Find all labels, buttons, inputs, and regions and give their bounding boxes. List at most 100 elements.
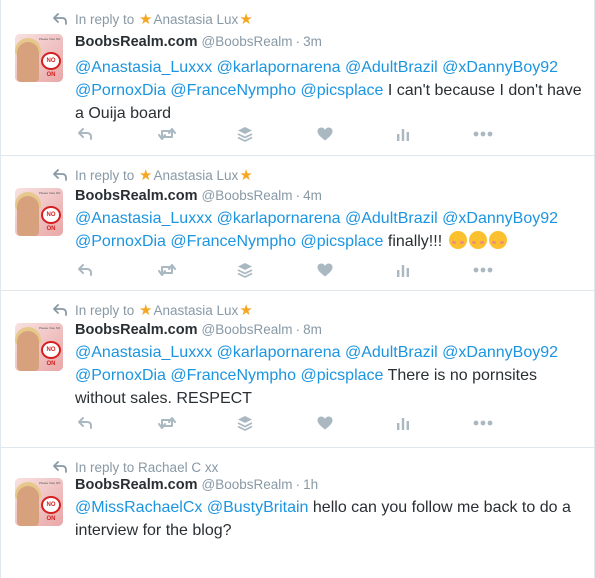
avatar[interactable]: Please Vote NO NO ON 60 bbox=[15, 478, 63, 526]
mention-link[interactable]: @MissRachaelCx bbox=[75, 499, 202, 516]
user-handle[interactable]: @BoobsRealm bbox=[201, 322, 292, 337]
reply-to-name[interactable]: Anastasia Lux bbox=[154, 168, 239, 183]
mention-link[interactable]: @xDannyBoy92 bbox=[442, 344, 558, 361]
display-name[interactable]: BoobsRealm.com bbox=[75, 188, 197, 204]
tweet[interactable]: In reply to Rachael C xx Please Vote NO … bbox=[1, 448, 594, 578]
mention-link[interactable]: @AdultBrazil bbox=[345, 59, 438, 76]
mention-link[interactable]: @karlapornarena bbox=[217, 59, 341, 76]
like-icon[interactable] bbox=[315, 124, 335, 144]
mention-link[interactable]: @Anastasia_Luxxx bbox=[75, 59, 212, 76]
tweet[interactable]: In reply to ★ Anastasia Lux ★ Please Vot… bbox=[1, 0, 594, 156]
tweet-text: @MissRachaelCx @BustyBritain hello can y… bbox=[75, 496, 585, 542]
mention-link[interactable]: @karlapornarena bbox=[217, 344, 341, 361]
retweet-icon[interactable] bbox=[157, 260, 177, 280]
timestamp[interactable]: 4m bbox=[303, 188, 322, 203]
more-icon[interactable] bbox=[473, 413, 493, 433]
mention-link[interactable]: @AdultBrazil bbox=[345, 344, 438, 361]
retweet-icon[interactable] bbox=[157, 413, 177, 433]
star-icon: ★ bbox=[139, 11, 153, 28]
reply-icon[interactable] bbox=[75, 413, 95, 433]
mention-link[interactable]: @FranceNympho bbox=[170, 367, 296, 384]
mention-link[interactable]: @AdultBrazil bbox=[345, 210, 438, 227]
stack-icon[interactable] bbox=[235, 124, 255, 144]
tweet-actions bbox=[75, 260, 505, 280]
display-name[interactable]: BoobsRealm.com bbox=[75, 322, 197, 338]
tweet-header: BoobsRealm.com @BoobsRealm · 4m bbox=[75, 187, 322, 207]
star-icon: ★ bbox=[239, 302, 253, 319]
tweet-text: @Anastasia_Luxxx @karlapornarena @AdultB… bbox=[75, 56, 585, 125]
stack-icon[interactable] bbox=[235, 413, 255, 433]
analytics-icon[interactable] bbox=[393, 260, 413, 280]
reply-context: In reply to ★ Anastasia Lux ★ bbox=[53, 166, 254, 184]
display-name[interactable]: BoobsRealm.com bbox=[75, 34, 197, 50]
avatar[interactable]: Please Vote NO NO ON 60 bbox=[15, 323, 63, 371]
tweet-header: BoobsRealm.com @BoobsRealm · 1h bbox=[75, 476, 318, 496]
star-icon: ★ bbox=[139, 167, 153, 184]
timestamp[interactable]: 1h bbox=[303, 477, 318, 492]
mention-link[interactable]: @karlapornarena bbox=[217, 210, 341, 227]
reply-to-name[interactable]: Rachael C xx bbox=[138, 460, 218, 475]
user-handle[interactable]: @BoobsRealm bbox=[201, 188, 292, 203]
tweet[interactable]: In reply to ★ Anastasia Lux ★ Please Vot… bbox=[1, 156, 594, 291]
reply-to-name[interactable]: Anastasia Lux bbox=[154, 12, 239, 27]
analytics-icon[interactable] bbox=[393, 413, 413, 433]
reply-icon[interactable] bbox=[75, 124, 95, 144]
star-icon: ★ bbox=[239, 167, 253, 184]
like-icon[interactable] bbox=[315, 413, 335, 433]
avatar-caption: Please Vote NO bbox=[39, 327, 61, 330]
mention-link[interactable]: @picsplace bbox=[300, 367, 383, 384]
mention-link[interactable]: @FranceNympho bbox=[170, 233, 296, 250]
avatar-sign: NO ON 60 bbox=[41, 52, 61, 78]
separator: · bbox=[295, 321, 301, 337]
tweet-actions bbox=[75, 413, 505, 433]
mention-link[interactable]: @picsplace bbox=[300, 233, 383, 250]
analytics-icon[interactable] bbox=[393, 124, 413, 144]
separator: · bbox=[295, 33, 301, 49]
mention-link[interactable]: @PornoxDia bbox=[75, 233, 166, 250]
separator: · bbox=[295, 476, 301, 492]
more-icon[interactable] bbox=[473, 260, 493, 280]
timestamp[interactable]: 3m bbox=[303, 34, 322, 49]
avatar[interactable]: Please Vote NO NO ON 60 bbox=[15, 188, 63, 236]
user-handle[interactable]: @BoobsRealm bbox=[201, 477, 292, 492]
tweet[interactable]: In reply to ★ Anastasia Lux ★ Please Vot… bbox=[1, 291, 594, 448]
like-icon[interactable] bbox=[315, 260, 335, 280]
tweet-header: BoobsRealm.com @BoobsRealm · 3m bbox=[75, 33, 322, 53]
reply-context: In reply to Rachael C xx bbox=[53, 458, 218, 476]
tweet-message: finally!!! bbox=[387, 233, 443, 250]
reply-prefix: In reply to bbox=[75, 167, 135, 183]
user-handle[interactable]: @BoobsRealm bbox=[201, 34, 292, 49]
avatar-caption: Please Vote NO bbox=[39, 38, 61, 41]
tweet-actions bbox=[75, 124, 505, 144]
reply-prefix: In reply to bbox=[75, 302, 135, 318]
mention-link[interactable]: @FranceNympho bbox=[170, 82, 296, 99]
mention-link[interactable]: @xDannyBoy92 bbox=[442, 59, 558, 76]
reply-context: In reply to ★ Anastasia Lux ★ bbox=[53, 301, 254, 319]
timestamp[interactable]: 8m bbox=[303, 322, 322, 337]
stack-icon[interactable] bbox=[235, 260, 255, 280]
avatar-caption: Please Vote NO bbox=[39, 482, 61, 485]
mention-link[interactable]: @Anastasia_Luxxx bbox=[75, 210, 212, 227]
mention-link[interactable]: @PornoxDia bbox=[75, 367, 166, 384]
smiling-face-with-blush-icon bbox=[468, 231, 487, 249]
mention-link[interactable]: @BustyBritain bbox=[207, 499, 309, 516]
mention-link[interactable]: @xDannyBoy92 bbox=[442, 210, 558, 227]
separator: · bbox=[295, 187, 301, 203]
star-icon: ★ bbox=[239, 11, 253, 28]
mention-link[interactable]: @PornoxDia bbox=[75, 82, 166, 99]
reply-arrow-icon bbox=[53, 304, 67, 316]
more-icon[interactable] bbox=[473, 124, 493, 144]
smiling-face-with-blush-icon bbox=[448, 231, 467, 249]
reply-icon[interactable] bbox=[75, 260, 95, 280]
retweet-icon[interactable] bbox=[157, 124, 177, 144]
tweet-feed: In reply to ★ Anastasia Lux ★ Please Vot… bbox=[0, 0, 595, 578]
mention-link[interactable]: @picsplace bbox=[300, 82, 383, 99]
display-name[interactable]: BoobsRealm.com bbox=[75, 477, 197, 493]
avatar[interactable]: Please Vote NO NO ON 60 bbox=[15, 34, 63, 82]
tweet-header: BoobsRealm.com @BoobsRealm · 8m bbox=[75, 321, 322, 341]
reply-to-name[interactable]: Anastasia Lux bbox=[154, 303, 239, 318]
reply-arrow-icon bbox=[53, 169, 67, 181]
reply-prefix: In reply to bbox=[75, 11, 135, 27]
mention-link[interactable]: @Anastasia_Luxxx bbox=[75, 344, 212, 361]
tweet-text: @Anastasia_Luxxx @karlapornarena @AdultB… bbox=[75, 207, 585, 253]
